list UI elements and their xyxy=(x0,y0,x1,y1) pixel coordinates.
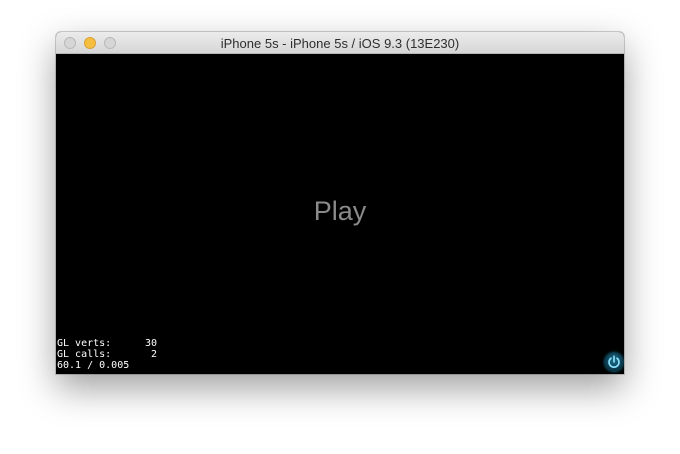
play-button[interactable]: Play xyxy=(56,196,624,227)
title-bar[interactable]: iPhone 5s - iPhone 5s / iOS 9.3 (13E230) xyxy=(56,32,624,54)
power-icon xyxy=(608,355,620,368)
debug-stats: GL verts: 30 GL calls: 2 60.1 / 0.005 xyxy=(57,338,157,371)
window-title: iPhone 5s - iPhone 5s / iOS 9.3 (13E230) xyxy=(220,36,460,51)
device-screen[interactable]: Play GL verts: 30 GL calls: 2 60.1 / 0.005 xyxy=(56,54,624,374)
gl-calls-value: 2 xyxy=(150,349,157,360)
simulator-window: iPhone 5s - iPhone 5s / iOS 9.3 (13E230)… xyxy=(56,32,624,374)
gl-verts-row: GL verts: 30 xyxy=(57,338,157,349)
power-button[interactable] xyxy=(605,353,623,371)
gl-verts-label: GL verts: xyxy=(57,338,112,349)
fps-row: 60.1 / 0.005 xyxy=(57,360,130,371)
gl-calls-label: GL calls: xyxy=(57,349,112,360)
gl-calls-row: GL calls: 2 xyxy=(57,349,157,360)
gl-verts-value: 30 xyxy=(144,338,157,349)
